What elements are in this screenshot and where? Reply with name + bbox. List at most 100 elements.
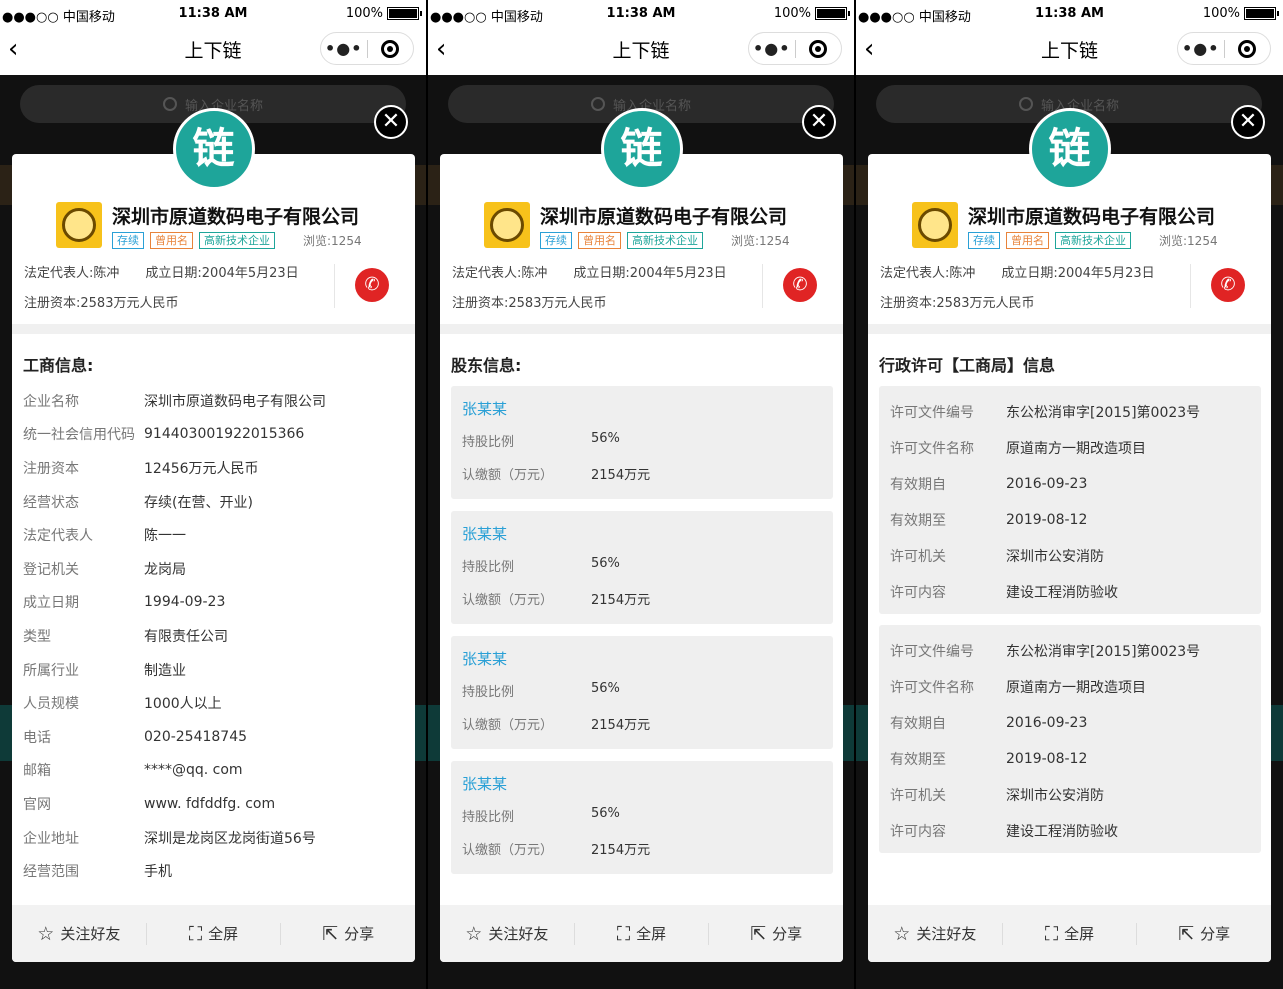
info-value: 2154万元 bbox=[591, 718, 651, 733]
more-icon[interactable]: •●• bbox=[749, 39, 795, 58]
close-icon[interactable]: ✕ bbox=[802, 105, 836, 139]
info-key: 认缴额（万元） bbox=[462, 718, 554, 733]
nav-bar: ‹ 上下链 •●• bbox=[0, 28, 426, 75]
info-value: 建设工程消防验收 bbox=[1006, 585, 1118, 601]
company-logo bbox=[912, 202, 958, 248]
star-icon: ☆ bbox=[37, 922, 55, 945]
fullscreen-icon: ⛶ bbox=[616, 922, 631, 945]
call-button[interactable]: ✆ bbox=[1211, 268, 1245, 302]
fullscreen-button[interactable]: ⛶ 全屏 bbox=[1003, 923, 1137, 945]
tag-former-name[interactable]: 曾用名 bbox=[1006, 232, 1049, 249]
company-header: 深圳市原道数码电子有限公司 存续 曾用名 高新技术企业 浏览:1254 bbox=[56, 202, 362, 249]
permit-row: 许可文件名称 原道南方一期改造项目 bbox=[890, 430, 1250, 466]
info-row: 企业地址 深圳是龙岗区龙岗街道56号 bbox=[23, 821, 403, 855]
shareholder-row: 认缴额（万元） 2154万元 bbox=[462, 589, 822, 622]
legal-rep-row: 法定代表人:陈冲 成立日期:2004年5月23日 bbox=[880, 262, 1155, 281]
close-miniprogram-button[interactable] bbox=[368, 39, 414, 58]
battery-percent: 100% bbox=[1202, 6, 1240, 21]
company-card: 链 深圳市原道数码电子有限公司 存续 曾用名 高新技术企业 浏览:1254 法定… bbox=[440, 108, 843, 962]
tag-status: 存续 bbox=[968, 232, 1000, 249]
share-button[interactable]: ⇱ 分享 bbox=[281, 923, 415, 945]
phone-link[interactable]: 020-25418745 bbox=[144, 729, 247, 745]
lion-emblem-icon bbox=[490, 208, 524, 242]
fullscreen-icon: ⛶ bbox=[1044, 922, 1059, 945]
shareholder-row: 持股比例 56% bbox=[462, 431, 822, 464]
more-icon[interactable]: •●• bbox=[1178, 39, 1224, 58]
follow-button[interactable]: ☆ 关注好友 bbox=[868, 923, 1002, 945]
follow-button[interactable]: ☆ 关注好友 bbox=[12, 923, 146, 945]
info-key: 有效期至 bbox=[890, 513, 946, 529]
top-bar: ●●●○○ 中国移动 11:38 AM 100% ‹ 上下链 •●• bbox=[0, 0, 426, 75]
close-icon[interactable]: ✕ bbox=[1231, 105, 1265, 139]
share-icon: ⇱ bbox=[750, 922, 767, 945]
follow-button[interactable]: ☆ 关注好友 bbox=[440, 923, 574, 945]
screen-business-info: ●●●○○ 中国移动 11:38 AM 100% ‹ 上下链 •●• 输入企业名… bbox=[0, 0, 426, 989]
status-bar: ●●●○○ 中国移动 11:38 AM 100% bbox=[0, 0, 426, 28]
business-info-list: 企业名称 深圳市原道数码电子有限公司 统一社会信用代码 91440300192201… bbox=[23, 384, 403, 888]
search-icon bbox=[590, 97, 605, 111]
legal-rep-row: 法定代表人:陈冲 成立日期:2004年5月23日 bbox=[24, 262, 299, 281]
fullscreen-button[interactable]: ⛶ 全屏 bbox=[575, 923, 709, 945]
info-value: 12456万元人民币 bbox=[144, 460, 259, 477]
info-row: 登记机关 龙岗局 bbox=[23, 552, 403, 586]
info-row: 电话 020-25418745 bbox=[23, 720, 403, 754]
view-count: 浏览:1254 bbox=[1159, 234, 1218, 248]
company-logo bbox=[56, 202, 102, 248]
tag-former-name[interactable]: 曾用名 bbox=[578, 232, 621, 249]
info-value: 深圳是龙岗区龙岗街道56号 bbox=[144, 830, 316, 847]
fullscreen-icon: ⛶ bbox=[188, 922, 203, 945]
info-value: 2154万元 bbox=[591, 843, 651, 858]
shareholder-name-link[interactable]: 张某某 bbox=[462, 523, 822, 544]
email-link[interactable]: ****@qq. com bbox=[144, 762, 243, 778]
permit-row: 许可内容 建设工程消防验收 bbox=[890, 574, 1250, 610]
company-info: 深圳市原道数码电子有限公司 存续 曾用名 高新技术企业 浏览:1254 bbox=[540, 202, 790, 249]
divider bbox=[334, 264, 335, 308]
info-row: 成立日期 1994-09-23 bbox=[23, 586, 403, 620]
follow-label: 关注好友 bbox=[60, 925, 121, 943]
website-link[interactable]: www. fdfddfg. com bbox=[144, 796, 275, 812]
permit-card: 许可文件编号 东公松消审字[2015]第0023号 许可文件名称 原道南方一期改造项… bbox=[879, 625, 1261, 853]
shareholder-name-link[interactable]: 张某某 bbox=[462, 398, 822, 419]
call-button[interactable]: ✆ bbox=[355, 268, 389, 302]
shareholder-row: 持股比例 56% bbox=[462, 556, 822, 589]
info-key: 经营状态 bbox=[23, 494, 79, 511]
info-key: 持股比例 bbox=[462, 435, 515, 450]
shareholder-name-link[interactable]: 张某某 bbox=[462, 773, 822, 794]
status-bar: ●●●○○ 中国移动 11:38 AM 100% bbox=[856, 0, 1283, 28]
call-button[interactable]: ✆ bbox=[783, 268, 817, 302]
info-value: 东公松消审字[2015]第0023号 bbox=[1006, 644, 1201, 660]
info-row: 经营状态 存续(在营、开业) bbox=[23, 485, 403, 519]
fullscreen-label: 全屏 bbox=[636, 925, 667, 943]
follow-label: 关注好友 bbox=[488, 925, 549, 943]
search-icon bbox=[162, 97, 177, 111]
info-value: 有限责任公司 bbox=[144, 628, 228, 645]
close-miniprogram-button[interactable] bbox=[796, 39, 842, 58]
close-icon[interactable]: ✕ bbox=[374, 105, 408, 139]
search-icon bbox=[1018, 97, 1033, 111]
divider bbox=[1190, 264, 1191, 308]
section-title: 行政许可【工商局】信息 bbox=[879, 356, 1056, 375]
more-icon[interactable]: •●• bbox=[321, 39, 367, 58]
info-key: 许可文件编号 bbox=[890, 405, 974, 421]
permit-row: 许可文件名称 原道南方一期改造项目 bbox=[890, 669, 1250, 705]
info-row: 注册资本 12456万元人民币 bbox=[23, 451, 403, 485]
permit-row: 有效期至 2019-08-12 bbox=[890, 741, 1250, 777]
info-key: 许可文件名称 bbox=[890, 441, 974, 457]
share-button[interactable]: ⇱ 分享 bbox=[709, 923, 843, 945]
info-value: 56% bbox=[591, 431, 620, 446]
fullscreen-button[interactable]: ⛶ 全屏 bbox=[147, 923, 281, 945]
permit-row: 有效期至 2019-08-12 bbox=[890, 502, 1250, 538]
shareholder-name-link[interactable]: 张某某 bbox=[462, 648, 822, 669]
tag-former-name[interactable]: 曾用名 bbox=[150, 232, 193, 249]
info-key: 类型 bbox=[23, 628, 51, 645]
info-key: 所属行业 bbox=[23, 662, 79, 679]
info-value: 56% bbox=[591, 681, 620, 696]
shareholder-row: 持股比例 56% bbox=[462, 806, 822, 839]
info-value: 制造业 bbox=[144, 662, 186, 679]
close-miniprogram-button[interactable] bbox=[1225, 39, 1271, 58]
share-button[interactable]: ⇱ 分享 bbox=[1137, 923, 1271, 945]
info-value: 914403001922015366 bbox=[144, 426, 305, 443]
info-key: 许可机关 bbox=[890, 788, 946, 804]
target-icon bbox=[809, 39, 828, 58]
nav-bar: ‹ 上下链 •●• bbox=[428, 28, 854, 75]
